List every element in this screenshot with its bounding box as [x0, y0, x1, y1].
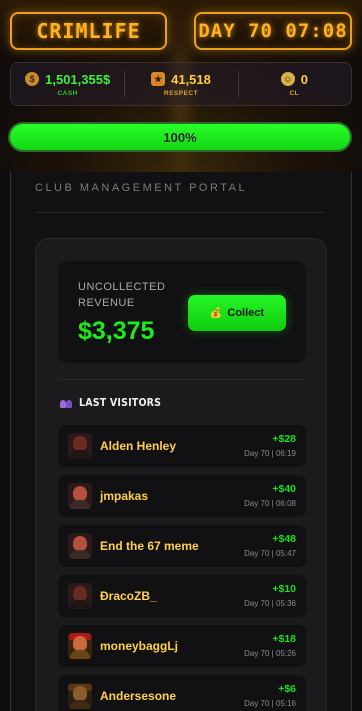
- portal-title: CLUB MANAGEMENT PORTAL: [35, 182, 248, 194]
- top-header: CRIMLIFE DAY 70 07:08 $ 1,501,355$ CASH …: [0, 0, 362, 200]
- avatar[interactable]: [68, 633, 92, 659]
- avatar[interactable]: [68, 533, 92, 559]
- visitor-amount: +$18: [272, 633, 296, 645]
- revenue-panel: UNCOLLECTED REVENUE $3,375 💰 Collect: [58, 261, 306, 363]
- visitor-amount: +$28: [272, 433, 296, 445]
- divider: [58, 379, 304, 380]
- collect-label: Collect: [227, 307, 265, 319]
- cl-value: 0: [300, 71, 308, 87]
- visitor-time: Day 70 | 05:36: [244, 599, 296, 608]
- people-icon: [60, 398, 72, 408]
- revenue-amount: $3,375: [78, 317, 155, 345]
- visitors-title: LAST VISITORS: [79, 397, 162, 409]
- cash-value: 1,501,355$: [45, 71, 111, 87]
- club-portal: CLUB MANAGEMENT PORTAL UNCOLLECTED REVEN…: [10, 172, 352, 711]
- visitor-row[interactable]: End the 67 meme +$48 Day 70 | 05:47: [58, 525, 306, 567]
- medal-icon: ★: [151, 72, 166, 86]
- face-icon: ☺: [280, 72, 295, 86]
- visitor-row[interactable]: Andersesone +$6 Day 70 | 05:16: [58, 675, 306, 711]
- visitor-row[interactable]: moneybaggLj +$18 Day 70 | 05:26: [58, 625, 306, 667]
- visitor-amount: +$48: [272, 533, 296, 545]
- respect-value: 41,518: [171, 71, 211, 87]
- day-clock: DAY 70 07:08: [194, 12, 352, 50]
- visitor-row[interactable]: jmpakas +$40 Day 70 | 06:08: [58, 475, 306, 517]
- visitor-name[interactable]: End the 67 meme: [100, 539, 199, 553]
- avatar[interactable]: [68, 433, 92, 459]
- visitor-time: Day 70 | 05:26: [244, 649, 296, 658]
- divider: [35, 212, 325, 213]
- visitor-list: Alden Henley +$28 Day 70 | 06:19 jmpakas +$4…: [58, 425, 306, 711]
- visitor-time: Day 70 | 06:08: [244, 499, 296, 508]
- stat-cl[interactable]: ☺ 0 CL: [237, 63, 351, 105]
- visitor-time: Day 70 | 05:47: [244, 549, 296, 558]
- club-card: UNCOLLECTED REVENUE $3,375 💰 Collect LAS…: [35, 238, 327, 711]
- avatar[interactable]: [68, 683, 92, 709]
- stat-respect[interactable]: ★ 41,518 RESPECT: [124, 63, 237, 105]
- avatar[interactable]: [68, 583, 92, 609]
- visitors-header: LAST VISITORS: [60, 397, 161, 409]
- money-bag-icon: 💰: [209, 307, 223, 319]
- money-bag-icon: $: [25, 72, 40, 86]
- visitor-row[interactable]: ĐracoZB_ +$10 Day 70 | 05:36: [58, 575, 306, 617]
- visitor-name[interactable]: Alden Henley: [100, 439, 176, 453]
- stat-cash[interactable]: $ 1,501,355$ CASH: [11, 63, 124, 105]
- visitor-amount: +$40: [272, 483, 296, 495]
- game-logo[interactable]: CRIMLIFE: [10, 12, 167, 50]
- visitor-time: Day 70 | 05:16: [244, 699, 296, 708]
- collect-button[interactable]: 💰 Collect: [188, 295, 286, 331]
- visitor-amount: +$6: [278, 683, 296, 695]
- visitor-name[interactable]: moneybaggLj: [100, 639, 178, 653]
- progress-label: 100%: [163, 129, 197, 145]
- progress-bar: 100%: [8, 122, 352, 152]
- visitor-time: Day 70 | 06:19: [244, 449, 296, 458]
- respect-label: RESPECT: [163, 89, 199, 97]
- cl-label: CL: [289, 89, 300, 97]
- avatar[interactable]: [68, 483, 92, 509]
- cash-label: CASH: [57, 89, 78, 97]
- visitor-name[interactable]: Andersesone: [100, 689, 176, 703]
- app-root: CRIMLIFE DAY 70 07:08 $ 1,501,355$ CASH …: [0, 0, 362, 711]
- visitor-name[interactable]: jmpakas: [100, 489, 148, 503]
- visitor-row[interactable]: Alden Henley +$28 Day 70 | 06:19: [58, 425, 306, 467]
- visitor-amount: +$10: [272, 583, 296, 595]
- revenue-label: UNCOLLECTED REVENUE: [78, 281, 166, 309]
- stats-bar: $ 1,501,355$ CASH ★ 41,518 RESPECT ☺ 0 C…: [10, 62, 352, 106]
- visitor-name[interactable]: ĐracoZB_: [100, 589, 157, 603]
